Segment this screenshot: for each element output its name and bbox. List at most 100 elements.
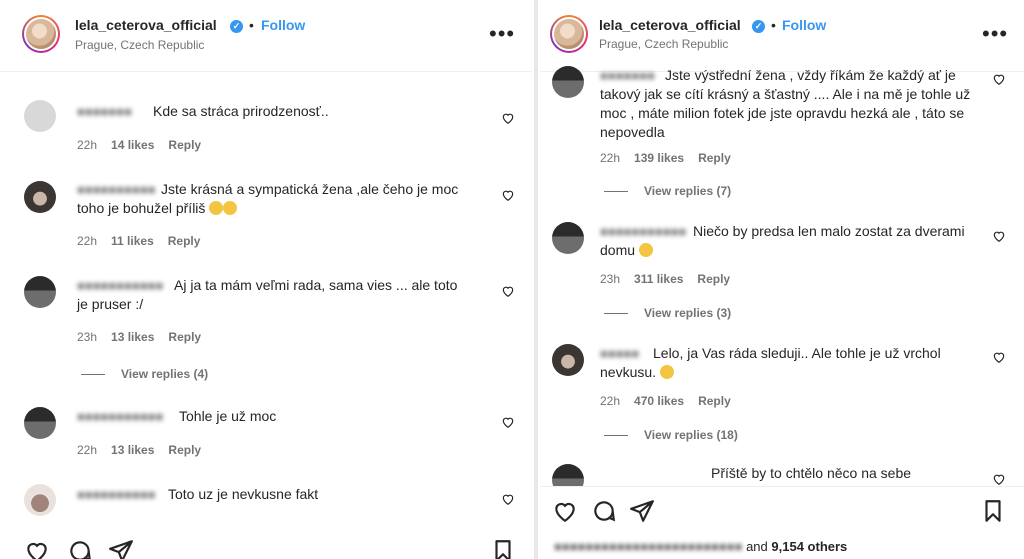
comment-time: 22h [77, 138, 98, 152]
verified-badge-icon: ✓ [752, 20, 765, 33]
liked-by-usernames[interactable]: ■■■■■■■■■■■■■■■■■■■■■■■■ [554, 539, 742, 554]
comment-time: 22h [77, 443, 98, 457]
follow-button[interactable]: Follow [782, 17, 826, 33]
follow-button[interactable]: Follow [261, 17, 305, 33]
commenter-avatar[interactable] [24, 484, 56, 516]
heart-icon[interactable] [992, 72, 1006, 86]
comment-likes[interactable]: 11 likes [111, 234, 154, 248]
comment-meta: 22h 139 likes Reply [600, 151, 745, 165]
commenter-username[interactable]: ■■■■■■■■■■ [77, 487, 156, 502]
heart-icon[interactable] [501, 415, 515, 429]
commenter-username[interactable]: ■■■■■■■■■■■ [77, 278, 163, 293]
reply-button[interactable]: Reply [168, 443, 201, 457]
reply-button[interactable]: Reply [698, 394, 731, 408]
comment-text-line: toho je bohužel příliš [77, 199, 238, 218]
comment-text-line: Lelo, ja Vas ráda sleduji.. Ale tohle je… [653, 345, 941, 361]
reply-button[interactable]: Reply [698, 151, 731, 165]
heart-icon[interactable] [501, 492, 515, 506]
like-heart-icon[interactable] [24, 538, 50, 559]
verified-badge-icon: ✓ [230, 20, 243, 33]
view-replies-button[interactable]: View replies (3) [604, 306, 731, 320]
location-link[interactable]: Prague, Czech Republic [599, 37, 728, 51]
right-post-panel: lela_ceterova_official ✓ • Follow Prague… [540, 0, 1024, 559]
likes-count[interactable]: 9,154 others [771, 539, 847, 554]
comment-icon[interactable] [67, 538, 93, 559]
commenter-avatar[interactable] [24, 100, 56, 132]
comment-text-line: nepovedla [600, 124, 665, 140]
comment-text-line: Niečo by predsa len malo zostat za dvera… [693, 223, 965, 239]
commenter-username[interactable]: ■■■■■■■ [600, 68, 655, 83]
more-options-icon[interactable]: ••• [982, 23, 1008, 45]
commenter-avatar[interactable] [552, 66, 584, 98]
comment-likes[interactable]: 311 likes [634, 272, 683, 286]
comment-likes[interactable]: 139 likes [634, 151, 684, 165]
location-link[interactable]: Prague, Czech Republic [75, 38, 204, 52]
reply-button[interactable]: Reply [697, 272, 730, 286]
comment-text-line: Jste krásná a sympatická žena ,ale čeho … [161, 181, 459, 197]
commenter-avatar[interactable] [552, 344, 584, 376]
separator-dot: • [771, 17, 776, 33]
comment-text: Tohle je už moc [179, 408, 277, 424]
view-replies-button[interactable]: View replies (4) [81, 367, 208, 381]
emoji-icon [659, 365, 674, 379]
more-options-icon[interactable]: ••• [489, 23, 515, 45]
bookmark-icon[interactable] [980, 498, 1006, 524]
commenter-username[interactable]: ■■■■■■■■■■■ [77, 409, 163, 424]
share-icon[interactable] [629, 498, 655, 524]
view-replies-button[interactable]: View replies (7) [604, 184, 731, 198]
comment-icon[interactable] [591, 498, 617, 524]
heart-icon[interactable] [992, 472, 1006, 486]
comment-text-line: moc , máte milion fotek jde jste opravdu… [600, 105, 965, 121]
comment-likes[interactable]: 13 likes [111, 330, 154, 344]
left-post-panel: lela_ceterova_official ✓ • Follow Prague… [0, 0, 532, 559]
comment-text-line: Jste výstřední žena , vždy říkám že každ… [665, 67, 956, 83]
commenter-username[interactable]: ■■■■■■■■■■ [77, 182, 156, 197]
username-link[interactable]: lela_ceterova_official [75, 17, 217, 33]
post-header: lela_ceterova_official ✓ • Follow Prague… [540, 0, 1024, 72]
heart-icon[interactable] [992, 229, 1006, 243]
panel-divider [534, 0, 538, 559]
comment-meta: 22h 14 likes Reply [77, 138, 215, 152]
comment-time: 22h [77, 234, 98, 248]
commenter-username[interactable]: ■■■■■■■■■■■ [600, 224, 686, 239]
likes-summary[interactable]: ■■■■■■■■■■■■■■■■■■■■■■■■ and 9,154 other… [554, 539, 847, 554]
view-replies-button[interactable]: View replies (18) [604, 428, 738, 442]
comment-meta: 22h 11 likes Reply [77, 234, 214, 248]
comment-likes[interactable]: 14 likes [111, 138, 154, 152]
profile-avatar[interactable] [22, 15, 60, 53]
comment-text-line: domu [600, 241, 653, 260]
commenter-avatar[interactable] [24, 181, 56, 213]
like-heart-icon[interactable] [552, 498, 578, 524]
commenter-avatar[interactable] [24, 276, 56, 308]
emoji-icon [209, 201, 224, 215]
reply-button[interactable]: Reply [168, 234, 201, 248]
post-action-bar: ■■■■■■■■■■■■■■■■■■■■■■■■ and 9,154 other… [540, 486, 1024, 559]
comment-likes[interactable]: 13 likes [111, 443, 154, 457]
separator-dot: • [249, 17, 254, 33]
bookmark-icon[interactable] [490, 538, 516, 559]
heart-icon[interactable] [501, 284, 515, 298]
heart-icon[interactable] [501, 111, 515, 125]
comment-meta: 23h 311 likes Reply [600, 272, 744, 286]
comment-text-line: je pruser :/ [77, 296, 144, 312]
profile-avatar[interactable] [550, 15, 588, 53]
heart-icon[interactable] [992, 350, 1006, 364]
commenter-avatar[interactable] [552, 222, 584, 254]
reply-button[interactable]: Reply [168, 138, 201, 152]
comment-time: 22h [600, 394, 621, 408]
share-icon[interactable] [108, 538, 134, 559]
comment-time: 23h [77, 330, 98, 344]
heart-icon[interactable] [501, 188, 515, 202]
comment-time: 23h [600, 272, 621, 286]
comment-meta: 22h 470 likes Reply [600, 394, 745, 408]
emoji-icon [638, 243, 653, 257]
commenter-avatar[interactable] [24, 407, 56, 439]
comment-text-line: nevkusu. [600, 363, 674, 382]
commenter-username[interactable]: ■■■■■ [600, 346, 639, 361]
username-link[interactable]: lela_ceterova_official [599, 17, 741, 33]
commenter-username[interactable]: ■■■■■■■ [77, 104, 132, 119]
comment-time: 22h [600, 151, 621, 165]
comment-likes[interactable]: 470 likes [634, 394, 684, 408]
reply-button[interactable]: Reply [168, 330, 201, 344]
emoji-icon [223, 201, 238, 215]
